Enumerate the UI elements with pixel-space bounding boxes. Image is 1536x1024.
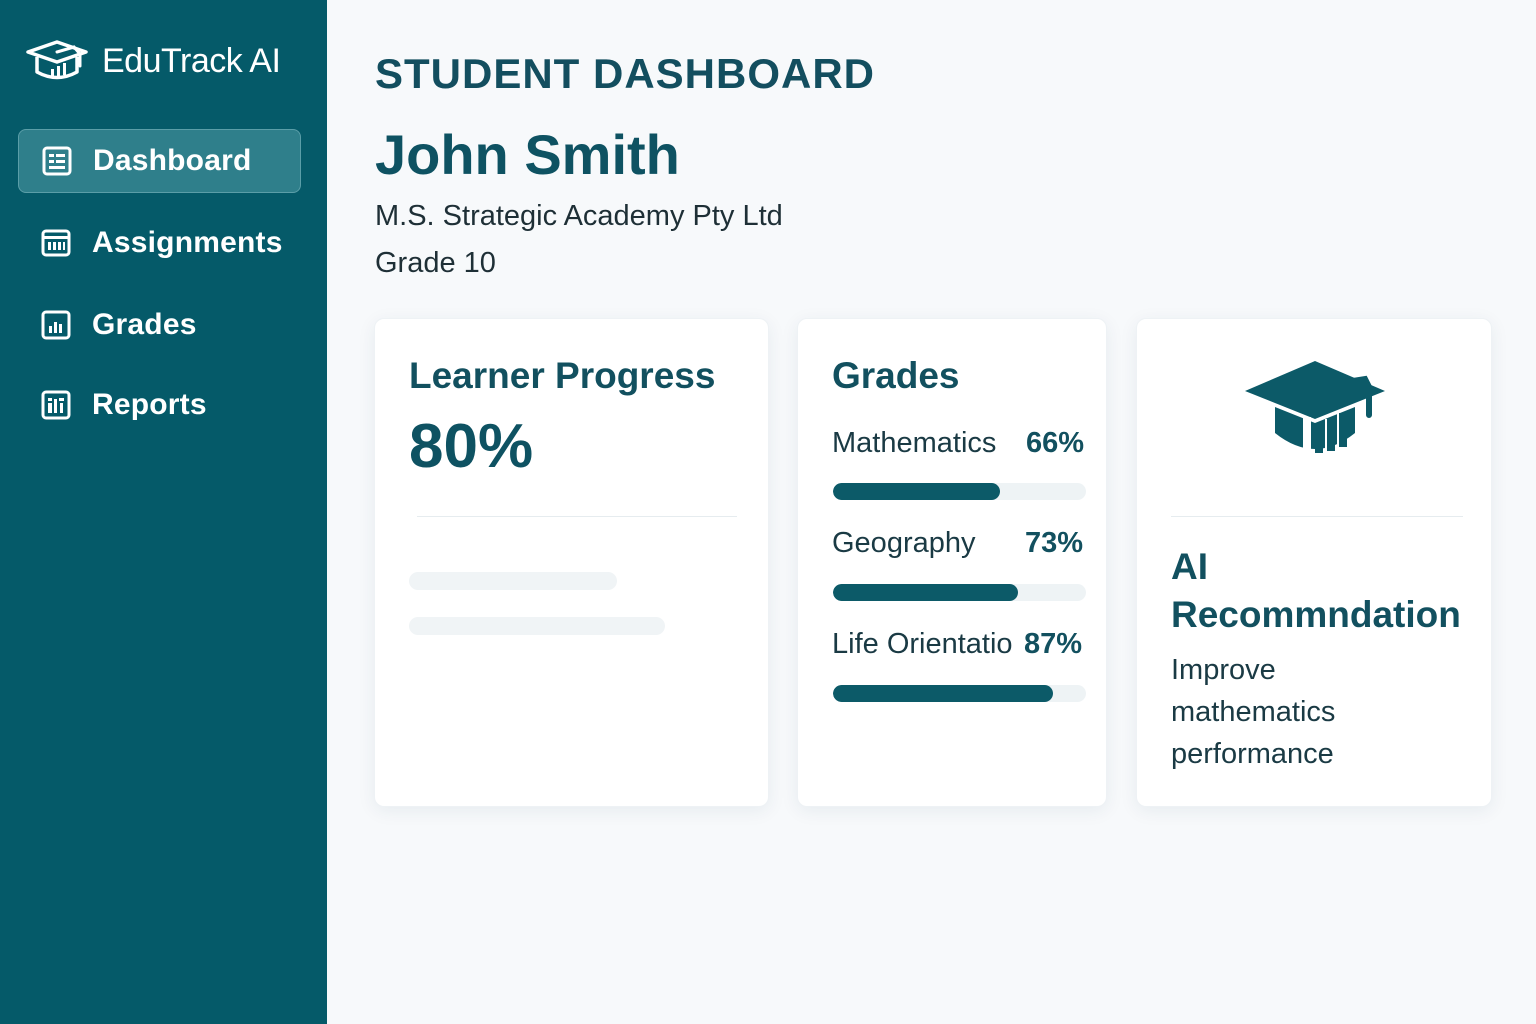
ai-recommendation-card: AI Recommndation Improve mathematics per… bbox=[1136, 318, 1492, 807]
learner-progress-card: Learner Progress 80% bbox=[374, 318, 769, 807]
placeholder-line bbox=[409, 617, 665, 635]
subject-percent: 87% bbox=[1024, 628, 1083, 660]
subject-name: Geography bbox=[832, 527, 976, 559]
subject-percent: 73% bbox=[1025, 527, 1084, 559]
sidebar-item-label: Grades bbox=[92, 308, 197, 341]
subject-name: Mathematics bbox=[832, 427, 997, 459]
grade-bar-fill bbox=[833, 483, 1000, 500]
card-title: Learner Progress bbox=[409, 355, 716, 396]
sidebar-item-assignments[interactable]: Assignments bbox=[18, 211, 301, 275]
grade-bar-fill bbox=[833, 584, 1018, 601]
grades-card: Grades Mathematics 66% Geography 73% Lif… bbox=[797, 318, 1107, 807]
sidebar: EduTrack AI Dashboard Assignments Grades… bbox=[0, 0, 327, 1024]
divider bbox=[1171, 516, 1463, 517]
progress-value: 80% bbox=[409, 412, 534, 481]
placeholder-line bbox=[409, 572, 617, 590]
student-name: John Smith bbox=[375, 123, 680, 186]
main-content: STUDENT DASHBOARD John Smith M.S. Strate… bbox=[327, 0, 1536, 1024]
brand[interactable]: EduTrack AI bbox=[24, 34, 281, 88]
dashboard-icon bbox=[42, 146, 72, 176]
app-name: EduTrack AI bbox=[102, 41, 281, 80]
grade-bar bbox=[833, 483, 1086, 500]
card-title: Grades bbox=[832, 355, 960, 396]
graduation-cap-chart-icon bbox=[1245, 361, 1385, 453]
sidebar-item-label: Assignments bbox=[92, 226, 283, 259]
sidebar-item-label: Reports bbox=[92, 388, 207, 421]
page-title: STUDENT DASHBOARD bbox=[375, 50, 875, 97]
sidebar-item-dashboard[interactable]: Dashboard bbox=[18, 129, 301, 193]
sidebar-item-label: Dashboard bbox=[93, 144, 252, 177]
sidebar-item-reports[interactable]: Reports bbox=[18, 373, 301, 437]
grade-level: Grade 10 bbox=[375, 247, 496, 279]
graduation-cap-logo-icon bbox=[26, 40, 88, 80]
reports-icon bbox=[41, 390, 71, 420]
ai-recommendation-text: Improve mathematics performance bbox=[1171, 654, 1336, 770]
grade-bar bbox=[833, 584, 1086, 601]
assignments-icon bbox=[41, 229, 71, 257]
grade-bar bbox=[833, 685, 1086, 702]
subject-percent: 66% bbox=[1026, 427, 1085, 459]
grade-bar-fill bbox=[833, 685, 1054, 702]
grades-icon bbox=[41, 310, 71, 340]
divider bbox=[417, 516, 737, 517]
ai-recommendation-title: AI Recommndation bbox=[1171, 546, 1461, 635]
sidebar-item-grades[interactable]: Grades bbox=[18, 293, 301, 357]
school-name: M.S. Strategic Academy Pty Ltd bbox=[375, 200, 783, 232]
subject-name: Life Orientatio bbox=[832, 628, 1013, 660]
